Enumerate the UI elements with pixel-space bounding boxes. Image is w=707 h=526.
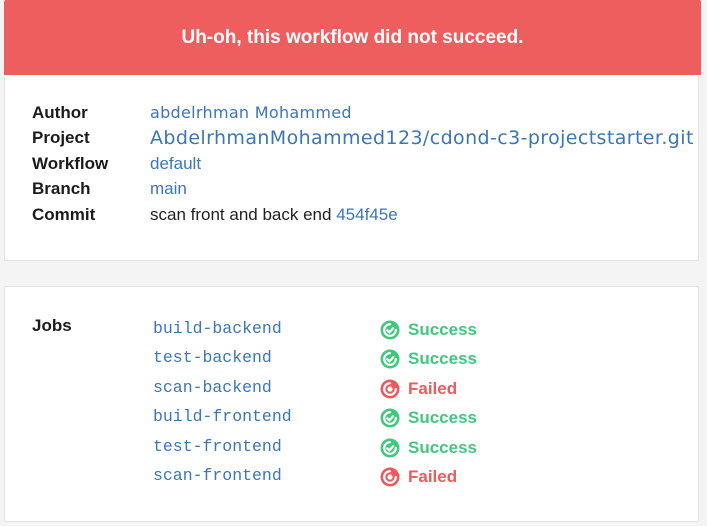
commit-label: Commit xyxy=(32,205,96,224)
status-success-icon xyxy=(380,438,400,458)
project-label: Project xyxy=(32,128,90,147)
branch-label: Branch xyxy=(32,179,91,198)
job-row: build-backend Success xyxy=(5,317,698,343)
job-name-link[interactable]: build-frontend xyxy=(153,407,292,426)
project-link[interactable]: AbdelrhmanMohammed123/cdond-c3-projectst… xyxy=(150,126,694,150)
commit-message: scan front and back end xyxy=(150,205,332,224)
job-status-text: Failed xyxy=(408,379,458,398)
workflow-label: Workflow xyxy=(32,154,109,173)
job-row: build-frontend Success xyxy=(5,405,698,431)
status-success-icon xyxy=(380,408,400,428)
job-name-link[interactable]: scan-frontend xyxy=(153,466,282,485)
job-status-text: Success xyxy=(408,349,477,368)
job-status: Success xyxy=(380,346,477,372)
author-link[interactable]: abdelrhman Mohammed xyxy=(150,101,352,125)
job-row: test-frontend Success xyxy=(5,435,698,461)
workflow-link[interactable]: default xyxy=(150,152,201,176)
author-label: Author xyxy=(32,103,88,122)
job-status: Failed xyxy=(380,376,457,402)
branch-link[interactable]: main xyxy=(150,177,187,201)
job-name-link[interactable]: build-backend xyxy=(153,319,282,338)
job-status-text: Success xyxy=(408,438,477,457)
job-name-link[interactable]: scan-backend xyxy=(153,378,272,397)
job-row: scan-backend Failed xyxy=(5,376,698,402)
failure-banner: Uh-oh, this workflow did not succeed. xyxy=(4,0,701,75)
job-row: scan-frontend Failed xyxy=(5,464,698,490)
status-failed-icon xyxy=(380,379,400,399)
status-success-icon xyxy=(380,320,400,340)
status-failed-icon xyxy=(380,467,400,487)
commit-value: scan front and back end 454f45e xyxy=(150,203,398,227)
job-status-text: Failed xyxy=(408,467,458,486)
job-name-link[interactable]: test-frontend xyxy=(153,437,282,456)
workflow-details-card: Author abdelrhman Mohammed Project Abdel… xyxy=(4,75,699,261)
job-status: Success xyxy=(380,317,477,343)
job-status: Success xyxy=(380,435,477,461)
commit-hash-link[interactable]: 454f45e xyxy=(336,205,397,224)
job-name-link[interactable]: test-backend xyxy=(153,348,272,367)
job-status: Failed xyxy=(380,464,457,490)
jobs-card: Jobs build-backend Success test-backend Suc… xyxy=(4,286,699,522)
job-status-text: Success xyxy=(408,408,477,427)
job-status: Success xyxy=(380,405,477,431)
job-status-text: Success xyxy=(408,320,477,339)
status-success-icon xyxy=(380,349,400,369)
job-row: test-backend Success xyxy=(5,346,698,372)
